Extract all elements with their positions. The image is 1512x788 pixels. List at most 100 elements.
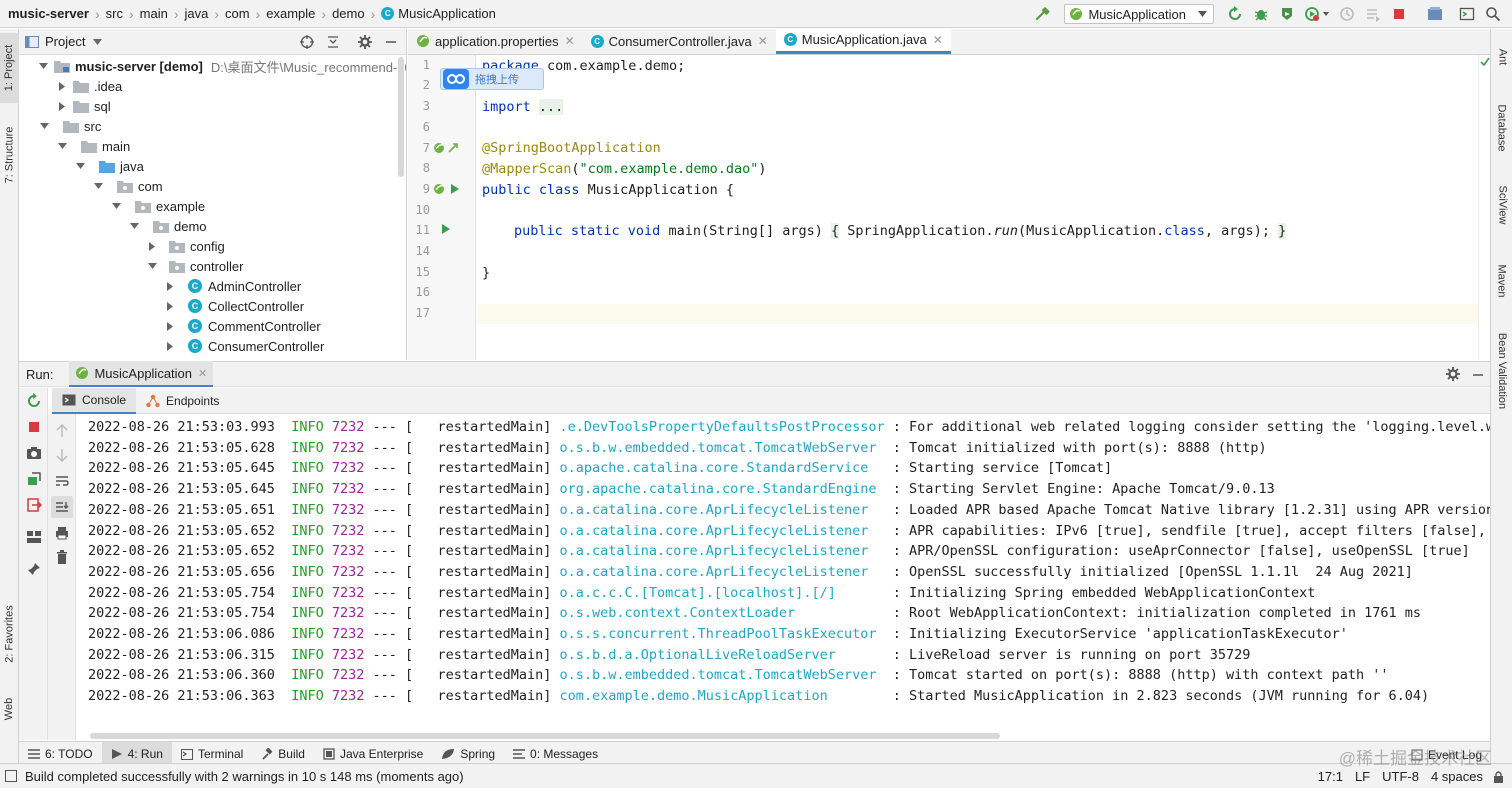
tool-tab-project[interactable]: 1: Project	[0, 33, 19, 103]
breadcrumb-item[interactable]: src	[106, 6, 123, 21]
chevron-down-icon[interactable]	[38, 61, 48, 71]
folded-code-region[interactable]: ...	[538, 99, 564, 115]
tool-tab-database[interactable]: Database	[1491, 93, 1512, 163]
console-output[interactable]: 2022-08-26 21:53:03.993 INFO 7232 --- [ …	[77, 414, 1490, 740]
camera-dump-icon[interactable]	[25, 444, 43, 462]
chevron-right-icon[interactable]	[147, 241, 157, 251]
chevron-down-icon[interactable]	[111, 201, 121, 211]
tool-tab-web[interactable]: Web	[0, 689, 19, 729]
chevron-right-icon[interactable]	[57, 101, 67, 111]
folded-brace[interactable]: {	[831, 223, 840, 239]
gear-icon[interactable]	[1446, 367, 1460, 381]
profile-run-icon[interactable]	[1302, 3, 1332, 25]
layout-icon[interactable]	[25, 528, 43, 546]
tool-tab-favorites[interactable]: 2: Favorites	[0, 594, 19, 674]
tree-node-folder[interactable]: src	[39, 116, 101, 136]
editor-tab-application-properties[interactable]: application.properties ✕	[408, 28, 583, 54]
stop-icon[interactable]	[1388, 3, 1410, 25]
soft-wrap-icon[interactable]	[53, 472, 71, 490]
chevron-down-icon[interactable]	[93, 38, 103, 45]
tool-tab-bean-validation[interactable]: Bean Validation	[1491, 321, 1512, 421]
breadcrumb-item[interactable]: example	[266, 6, 315, 21]
chevron-right-icon[interactable]	[165, 281, 175, 291]
run-main-gutter-icon[interactable]	[441, 223, 451, 235]
update-app-icon[interactable]	[1362, 3, 1384, 25]
breadcrumb-item[interactable]: java	[185, 6, 209, 21]
locate-file-icon[interactable]	[296, 31, 318, 53]
print-icon[interactable]	[53, 524, 71, 542]
build-hammer-icon[interactable]	[1032, 3, 1054, 25]
tool-tab-structure[interactable]: 7: Structure	[0, 115, 19, 195]
run-tab-music-application[interactable]: MusicApplication ✕	[69, 361, 214, 387]
console-horizontal-scrollbar[interactable]	[90, 733, 1000, 739]
tree-node-class[interactable]: C ConsumerController	[165, 336, 324, 356]
tool-tab-maven[interactable]: Maven	[1491, 253, 1512, 309]
breadcrumb-item[interactable]: com	[225, 6, 250, 21]
indent-setting[interactable]: 4 spaces	[1431, 769, 1483, 784]
close-icon[interactable]: ✕	[198, 367, 207, 380]
collapse-all-icon[interactable]	[322, 31, 344, 53]
tree-node-package[interactable]: demo	[129, 216, 207, 236]
tree-node-folder[interactable]: sql	[57, 96, 111, 116]
status-message[interactable]: Build completed successfully with 2 warn…	[25, 769, 464, 784]
minimize-icon[interactable]	[1472, 369, 1484, 381]
restore-layout-icon[interactable]	[25, 470, 43, 488]
chevron-right-icon[interactable]	[165, 321, 175, 331]
editor-tab-consumer-controller[interactable]: C ConsumerController.java ✕	[583, 28, 776, 54]
chevron-down-icon[interactable]	[129, 221, 139, 231]
tree-node-folder[interactable]: main	[57, 136, 130, 156]
gear-icon[interactable]	[354, 31, 376, 53]
exit-icon[interactable]	[25, 496, 43, 514]
chevron-right-icon[interactable]	[57, 81, 67, 91]
breadcrumb-item[interactable]: music-server	[8, 6, 89, 21]
status-window-icon[interactable]	[5, 770, 17, 782]
minimize-icon[interactable]	[380, 31, 402, 53]
spring-bean-gutter-icon[interactable]	[433, 141, 461, 155]
subtab-endpoints[interactable]: Endpoints	[136, 388, 229, 414]
code-editor[interactable]: package com.example.demo; import ... @Sp…	[477, 55, 1478, 360]
editor-tab-music-application[interactable]: C MusicApplication.java ✕	[775, 28, 951, 54]
close-icon[interactable]: ✕	[565, 34, 575, 48]
tree-node-package[interactable]: config	[147, 236, 225, 256]
tree-node-folder[interactable]: .idea	[57, 76, 122, 96]
inspection-ok-icon[interactable]	[1480, 57, 1490, 67]
line-separator[interactable]: LF	[1355, 769, 1370, 784]
caret-position[interactable]: 17:1	[1318, 769, 1343, 784]
stop-icon[interactable]	[25, 418, 43, 436]
attach-debugger-icon[interactable]	[1336, 3, 1358, 25]
search-icon[interactable]	[1482, 3, 1504, 25]
run-class-gutter-icon[interactable]	[433, 182, 463, 196]
coverage-icon[interactable]	[1276, 3, 1298, 25]
chevron-right-icon[interactable]	[165, 341, 175, 351]
rerun-icon[interactable]	[1224, 3, 1246, 25]
chevron-down-icon[interactable]	[147, 261, 157, 271]
cloud-upload-icon[interactable]	[443, 69, 469, 89]
tool-tab-ant[interactable]: Ant	[1491, 37, 1512, 77]
tool-tab-sciview[interactable]: SciView	[1491, 175, 1512, 235]
tree-node-package[interactable]: controller	[147, 256, 243, 276]
chevron-down-icon[interactable]	[93, 181, 103, 191]
trash-icon[interactable]	[53, 548, 71, 566]
close-icon[interactable]: ✕	[758, 34, 768, 48]
run-configuration-select[interactable]: MusicApplication	[1064, 4, 1214, 24]
chevron-down-icon[interactable]	[39, 121, 49, 131]
subtab-console[interactable]: Console	[52, 387, 137, 414]
tree-node-module[interactable]: music-server [demo] D:\桌面文件\Music_recomm…	[38, 56, 406, 76]
folded-brace[interactable]: }	[1278, 223, 1287, 239]
breadcrumb-item-current[interactable]: C MusicApplication	[381, 6, 496, 21]
chevron-right-icon[interactable]	[165, 301, 175, 311]
scroll-to-end-icon[interactable]	[51, 496, 73, 518]
terminal-window-icon[interactable]	[1456, 3, 1478, 25]
breadcrumb-item[interactable]: demo	[332, 6, 365, 21]
project-panel-title[interactable]: Project	[45, 34, 85, 49]
editor-gutter[interactable]: 1 2 3 6 7 8 9 10 11 14 15 16 17	[408, 55, 476, 360]
tree-node-source-root[interactable]: java	[75, 156, 144, 176]
tree-vertical-scrollbar[interactable]	[398, 57, 404, 177]
debug-bug-icon[interactable]	[1250, 3, 1272, 25]
tree-node-class[interactable]: C CollectController	[165, 296, 304, 316]
tree-node-class[interactable]: C CommentController	[165, 316, 321, 336]
editor-vertical-scrollbar[interactable]	[1478, 55, 1490, 360]
chevron-down-icon[interactable]	[57, 141, 67, 151]
rerun-icon[interactable]	[25, 392, 43, 410]
breadcrumb-item[interactable]: main	[140, 6, 168, 21]
